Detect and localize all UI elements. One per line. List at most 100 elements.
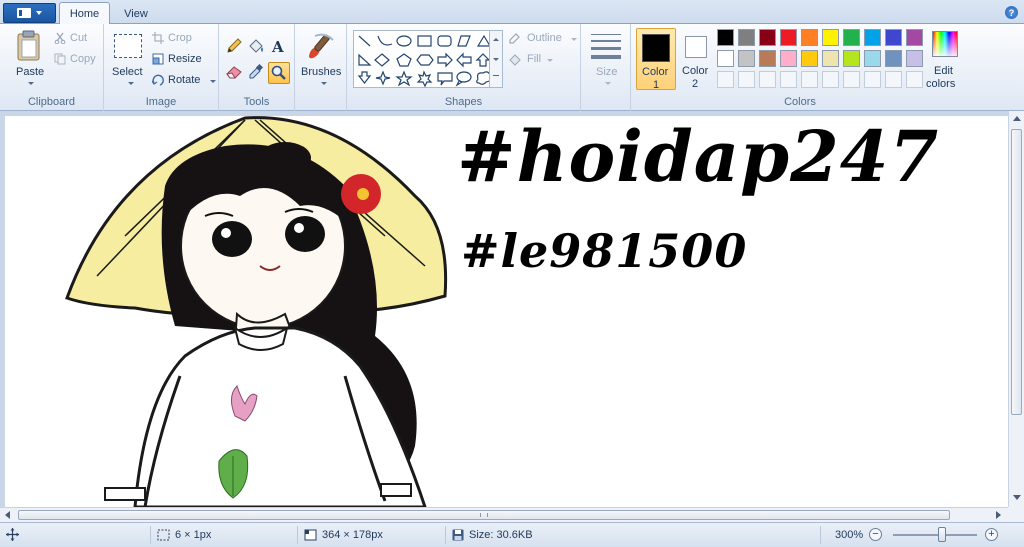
pencil-icon — [227, 38, 242, 53]
palette-swatch[interactable] — [717, 50, 734, 67]
custom-color-slot[interactable] — [801, 71, 818, 88]
rotate-button[interactable]: Rotate — [152, 73, 216, 89]
palette-swatch[interactable] — [864, 29, 881, 46]
edit-colors-label-line1: Edit — [934, 65, 953, 77]
color2-button[interactable]: Color 2 — [679, 28, 713, 90]
palette-swatch[interactable] — [759, 50, 776, 67]
copy-button[interactable]: Copy — [54, 52, 99, 68]
shapes-gallery[interactable] — [353, 30, 503, 88]
horizontal-scrollbar[interactable] — [0, 507, 1008, 522]
scroll-up-icon[interactable] — [1013, 116, 1021, 121]
image-dimensions-text: 364 × 178px — [322, 529, 383, 541]
magnifier-tool[interactable] — [268, 62, 290, 84]
text-tool[interactable]: A — [268, 36, 288, 56]
palette-swatch[interactable] — [801, 29, 818, 46]
image-group-label: Image — [145, 96, 177, 108]
tab-home[interactable]: Home — [59, 2, 110, 25]
palette-swatch[interactable] — [906, 50, 923, 67]
help-icon[interactable]: ? — [1005, 6, 1018, 19]
pencil-tool[interactable] — [224, 36, 244, 56]
palette-swatch[interactable] — [738, 29, 755, 46]
select-rectangle-icon — [114, 34, 142, 58]
fill-button[interactable]: Fill — [507, 52, 567, 68]
rotate-icon — [152, 74, 164, 86]
zoom-in-button[interactable]: + — [985, 528, 998, 541]
color1-label-line1: Color — [642, 66, 669, 78]
scroll-right-icon[interactable] — [996, 511, 1001, 519]
custom-color-slot[interactable] — [717, 71, 734, 88]
vertical-scroll-thumb[interactable] — [1011, 129, 1022, 415]
custom-color-slot[interactable] — [864, 71, 881, 88]
palette-swatch[interactable] — [759, 29, 776, 46]
cursor-position — [6, 528, 19, 541]
chevron-down-icon — [128, 82, 134, 85]
selection-size-text: 6 × 1px — [175, 529, 212, 541]
palette-swatch[interactable] — [822, 29, 839, 46]
color2-swatch — [685, 36, 707, 58]
palette-swatch[interactable] — [738, 50, 755, 67]
brushes-button[interactable]: Brushes — [299, 28, 343, 90]
palette-swatch[interactable] — [801, 50, 818, 67]
file-size-text: Size: 30.6KB — [469, 529, 533, 541]
eraser-tool[interactable] — [224, 62, 244, 82]
copy-icon — [54, 53, 66, 65]
paint-bucket-icon — [249, 39, 263, 53]
custom-color-slot[interactable] — [759, 71, 776, 88]
palette-swatch[interactable] — [780, 29, 797, 46]
tab-view[interactable]: View — [115, 3, 157, 25]
palette-swatch[interactable] — [885, 29, 902, 46]
status-separator — [150, 526, 151, 544]
girl-illustration — [65, 116, 448, 507]
shapes-group: Outline Fill Shapes — [347, 24, 581, 111]
custom-color-slot[interactable] — [906, 71, 923, 88]
color1-label-line2: 1 — [653, 79, 660, 91]
resize-button[interactable]: Resize — [152, 52, 214, 68]
scroll-up-icon — [493, 38, 499, 41]
ribbon: Paste Cut Copy Clipboard Select Crop Res… — [0, 24, 1024, 111]
color1-swatch — [642, 34, 670, 62]
edit-colors-button[interactable]: Edit colors — [925, 28, 969, 90]
horizontal-scroll-thumb[interactable] — [18, 510, 950, 520]
fill-icon — [509, 54, 521, 66]
custom-color-slot[interactable] — [843, 71, 860, 88]
chevron-down-icon — [210, 80, 216, 83]
palette-swatch[interactable] — [843, 50, 860, 67]
palette-swatch[interactable] — [843, 29, 860, 46]
zoom-slider-track[interactable] — [893, 534, 977, 536]
custom-color-slot[interactable] — [780, 71, 797, 88]
custom-color-slot[interactable] — [822, 71, 839, 88]
tools-group: A Tools — [219, 24, 295, 111]
scroll-down-icon[interactable] — [1013, 495, 1021, 500]
size-button[interactable]: Size — [587, 28, 625, 90]
palette-swatch[interactable] — [717, 29, 734, 46]
select-button[interactable]: Select — [110, 30, 146, 90]
paint-menu-button[interactable] — [3, 3, 56, 23]
zoom-out-button[interactable]: − — [869, 528, 882, 541]
palette-swatch[interactable] — [906, 29, 923, 46]
palette-swatch[interactable] — [780, 50, 797, 67]
crop-button[interactable]: Crop — [152, 31, 214, 47]
fill-tool[interactable] — [246, 36, 266, 56]
zoom-slider-thumb[interactable] — [938, 527, 946, 542]
palette-swatch[interactable] — [864, 50, 881, 67]
cut-button[interactable]: Cut — [54, 31, 99, 47]
chevron-down-icon — [36, 11, 42, 15]
color2-label-line1: Color — [682, 65, 709, 77]
custom-color-slot[interactable] — [885, 71, 902, 88]
colors-group-label: Colors — [784, 96, 816, 108]
scroll-down-icon — [493, 58, 499, 61]
vertical-scrollbar[interactable] — [1008, 111, 1024, 507]
color-picker-tool[interactable] — [246, 62, 266, 82]
palette-swatch[interactable] — [885, 50, 902, 67]
custom-color-slot[interactable] — [738, 71, 755, 88]
drawing-canvas[interactable]: #hoidap247 #le981500 — [5, 116, 1008, 507]
shapes-scroll[interactable] — [489, 30, 503, 88]
disk-icon — [452, 529, 464, 541]
resize-label: Resize — [168, 53, 202, 65]
scroll-left-icon[interactable] — [5, 511, 10, 519]
outline-button[interactable]: Outline — [507, 31, 579, 47]
paste-button[interactable]: Paste — [8, 28, 50, 88]
palette-swatch[interactable] — [822, 50, 839, 67]
color1-button[interactable]: Color 1 — [636, 28, 676, 91]
cut-label: Cut — [70, 32, 88, 44]
